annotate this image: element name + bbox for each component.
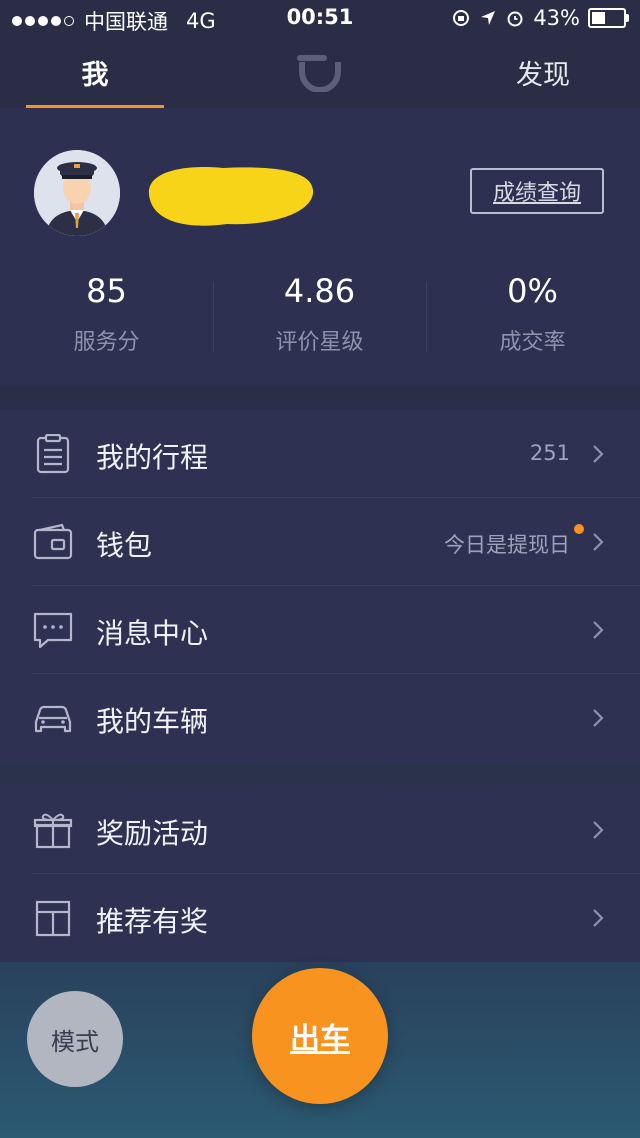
top-tab-bar: 我 发现 — [0, 36, 640, 109]
menu-group-main: 我的行程 251 钱包 今日是提现日 消息中心 我的车辆 — [0, 410, 640, 764]
chevron-right-icon — [593, 821, 604, 839]
menu-item-label: 我的车辆 — [96, 705, 209, 738]
menu-item-label: 我的行程 — [96, 441, 209, 474]
box-icon — [35, 900, 71, 937]
didi-logo-icon — [297, 53, 342, 92]
status-bar: 中国联通 4G 00:51 43% — [0, 0, 640, 36]
menu-item-messages[interactable]: 消息中心 — [0, 586, 640, 674]
tab-discover-label: 发现 — [516, 59, 570, 91]
menu-group-rewards: 奖励活动 推荐有奖 — [0, 786, 640, 962]
tab-me-label: 我 — [81, 59, 109, 91]
alarm-icon — [507, 11, 523, 27]
redacted-name-mark — [148, 167, 314, 226]
chevron-right-icon — [593, 909, 604, 927]
mode-button[interactable]: 模式 — [27, 991, 123, 1087]
score-query-button[interactable]: 成绩查询 — [470, 168, 604, 214]
withdraw-day-notice: 今日是提现日 — [444, 533, 570, 557]
avatar[interactable] — [34, 150, 120, 236]
rotation-lock-icon — [453, 10, 470, 26]
chevron-right-icon — [593, 445, 604, 463]
wallet-icon — [33, 523, 73, 560]
stat-deal-rate[interactable]: 0% 成交率 — [426, 268, 639, 368]
message-icon — [33, 612, 73, 649]
chevron-right-icon — [593, 709, 604, 727]
car-icon — [34, 705, 72, 733]
stat-value: 4.86 — [283, 272, 356, 310]
chevron-right-icon — [593, 533, 604, 551]
driver-avatar-icon — [34, 150, 120, 236]
menu-item-label: 钱包 — [96, 529, 153, 562]
stat-value: 85 — [86, 272, 127, 310]
clipboard-icon — [36, 434, 70, 474]
notification-dot — [574, 524, 584, 534]
menu-item-rewards[interactable]: 奖励活动 — [0, 786, 640, 874]
stats-row: 85 服务分 4.86 评价星级 0% 成交率 — [0, 268, 640, 368]
location-icon — [481, 11, 496, 25]
menu-item-vehicles[interactable]: 我的车辆 — [0, 674, 640, 762]
menu-item-wallet[interactable]: 钱包 今日是提现日 — [0, 498, 640, 586]
start-driving-button[interactable]: 出车 — [252, 968, 388, 1104]
stat-rating[interactable]: 4.86 评价星级 — [213, 268, 426, 368]
tab-me[interactable]: 我 — [26, 36, 164, 109]
gift-icon — [33, 813, 73, 849]
menu-item-label: 推荐有奖 — [96, 905, 209, 938]
battery-icon — [588, 8, 629, 28]
menu-item-trips[interactable]: 我的行程 251 — [0, 410, 640, 498]
stat-label: 服务分 — [73, 330, 140, 355]
menu-item-referral[interactable]: 推荐有奖 — [0, 874, 640, 962]
battery-percent: 43% — [533, 6, 580, 30]
menu-item-label: 奖励活动 — [96, 817, 209, 850]
trip-count: 251 — [529, 441, 570, 465]
chevron-right-icon — [593, 621, 604, 639]
stat-label: 评价星级 — [275, 330, 364, 355]
tab-discover[interactable]: 发现 — [500, 36, 586, 108]
stat-label: 成交率 — [499, 330, 566, 355]
menu-item-label: 消息中心 — [96, 617, 209, 650]
profile-card: 成绩查询 85 服务分 4.86 评价星级 0% 成交率 — [0, 108, 640, 386]
stat-value: 0% — [507, 272, 558, 310]
stat-service-score[interactable]: 85 服务分 — [0, 268, 213, 368]
tab-home-logo[interactable] — [290, 36, 350, 108]
